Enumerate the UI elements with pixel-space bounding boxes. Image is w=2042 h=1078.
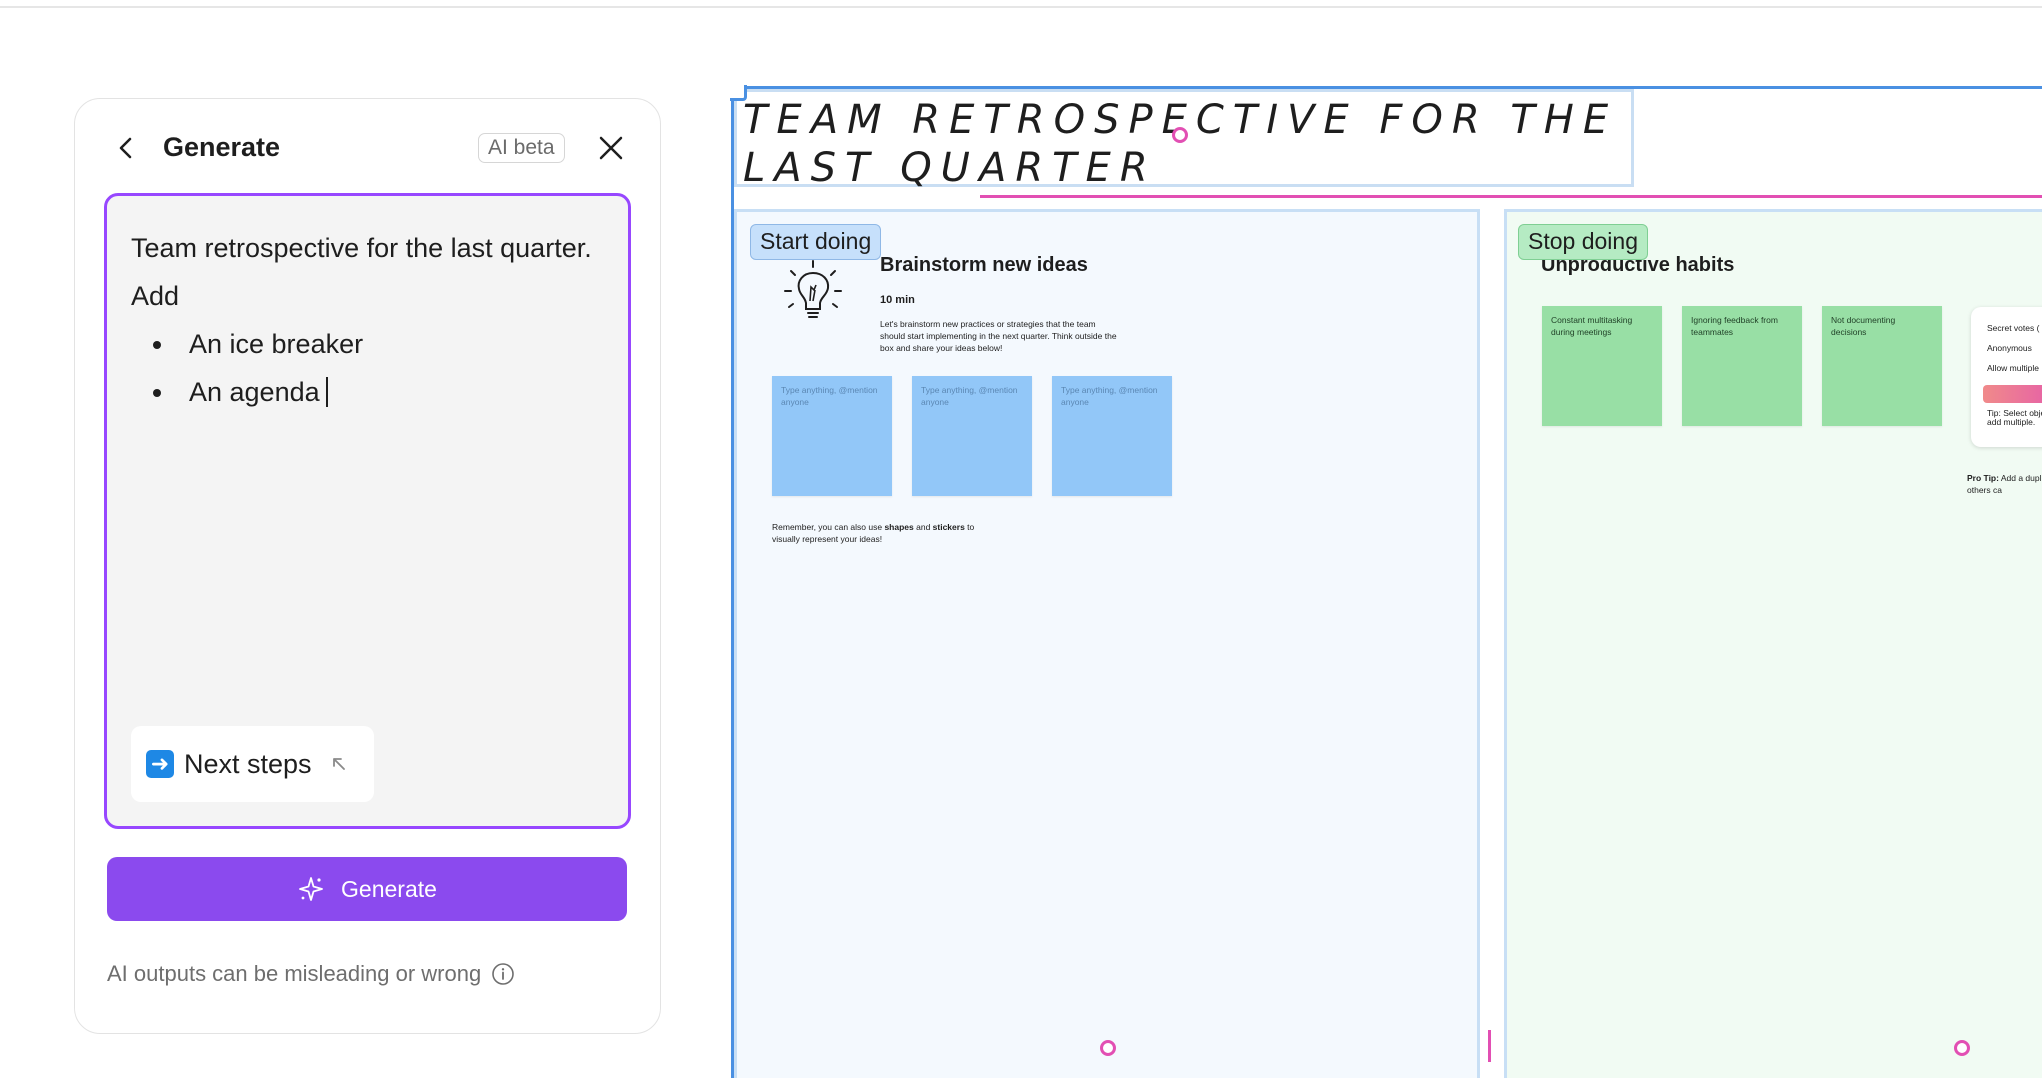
selection-handle[interactable] bbox=[730, 85, 747, 101]
chevron-left-icon bbox=[119, 137, 132, 159]
disclaimer-text: AI outputs can be misleading or wrong bbox=[107, 961, 482, 986]
selection-outline-left bbox=[731, 86, 734, 1078]
prompt-list: An ice breaker An agenda bbox=[153, 320, 601, 416]
arrow-right-emoji-icon: ➜ bbox=[146, 750, 174, 778]
lightbulb-icon bbox=[784, 260, 842, 318]
connector-handle[interactable] bbox=[1954, 1040, 1970, 1056]
sticky-note[interactable]: Constant multitasking during meetings bbox=[1542, 306, 1662, 426]
prompt-text: Team retrospective for the last quarter.… bbox=[131, 224, 601, 416]
section-description: Let's brainstorm new practices or strate… bbox=[880, 319, 1117, 353]
connector-segment bbox=[1488, 1030, 1491, 1062]
top-divider bbox=[0, 6, 2042, 8]
selection-outline-top bbox=[732, 86, 2042, 89]
voting-widget[interactable]: Secret votes ( Anonymous Allow multiple … bbox=[1971, 307, 2042, 447]
arrow-up-left-icon bbox=[332, 758, 345, 770]
vote-option-multiple[interactable]: Allow multiple bbox=[1987, 363, 2039, 373]
section-label-stop[interactable]: Stop doing bbox=[1518, 224, 1648, 260]
vote-title: Secret votes ( bbox=[1987, 323, 2040, 333]
ai-disclaimer: AI outputs can be misleading or wrong bbox=[107, 961, 515, 987]
panel-header: Generate AI beta bbox=[75, 99, 660, 195]
connector-handle[interactable] bbox=[1100, 1040, 1116, 1056]
sticky-note[interactable]: Type anything, @mention anyone bbox=[772, 376, 892, 496]
next-steps-chip[interactable]: ➜ Next steps bbox=[131, 726, 374, 802]
ai-beta-badge: AI beta bbox=[478, 133, 565, 163]
close-icon bbox=[599, 136, 623, 160]
stop-doing-section[interactable]: Unproductive habits Stop doing Constant … bbox=[1504, 209, 2042, 1078]
close-button[interactable] bbox=[595, 132, 627, 164]
board-title[interactable]: Team retrospective for the last quarter bbox=[743, 96, 1633, 192]
sticky-note[interactable]: Type anything, @mention anyone bbox=[912, 376, 1032, 496]
connector-handle[interactable] bbox=[1172, 127, 1188, 143]
pro-tip: Pro Tip: Add a dupl ideas, so others ca bbox=[1967, 473, 2042, 495]
text-caret bbox=[325, 377, 328, 407]
prompt-list-item: An ice breaker bbox=[153, 320, 601, 368]
info-icon[interactable] bbox=[491, 962, 515, 986]
vote-tip: Tip: Select objects to add multiple. bbox=[1987, 408, 2042, 427]
prompt-list-item: An agenda bbox=[153, 368, 601, 416]
reminder-text: Remember, you can also use shapes and st… bbox=[772, 522, 975, 544]
sparkle-icon bbox=[299, 877, 323, 901]
whiteboard-canvas[interactable]: Team retrospective for the last quarter … bbox=[730, 85, 2042, 1078]
start-vote-button[interactable] bbox=[1983, 385, 2042, 403]
section-duration: 10 min bbox=[880, 294, 915, 306]
prompt-input[interactable]: Team retrospective for the last quarter.… bbox=[104, 193, 631, 829]
sticky-note[interactable]: Not documenting decisions bbox=[1822, 306, 1942, 426]
prompt-line: Team retrospective for the last quarter.… bbox=[131, 233, 592, 311]
sticky-note[interactable]: Type anything, @mention anyone bbox=[1052, 376, 1172, 496]
sticky-note[interactable]: Ignoring feedback from teammates bbox=[1682, 306, 1802, 426]
section-label-start[interactable]: Start doing bbox=[750, 224, 882, 260]
generate-button[interactable]: Generate bbox=[107, 857, 627, 921]
connector-line bbox=[980, 195, 2042, 198]
generate-panel: Generate AI beta Team retrospective for … bbox=[74, 98, 661, 1034]
generate-button-label: Generate bbox=[341, 875, 437, 902]
vote-option-anonymous[interactable]: Anonymous bbox=[1987, 343, 2032, 353]
section-heading: Brainstorm new ideas bbox=[880, 254, 1088, 276]
back-button[interactable] bbox=[111, 133, 141, 163]
panel-title: Generate bbox=[163, 132, 281, 162]
chip-label: Next steps bbox=[184, 748, 312, 779]
start-doing-section[interactable]: Start doing Brainstorm new ideas 10 min … bbox=[734, 209, 1480, 1078]
